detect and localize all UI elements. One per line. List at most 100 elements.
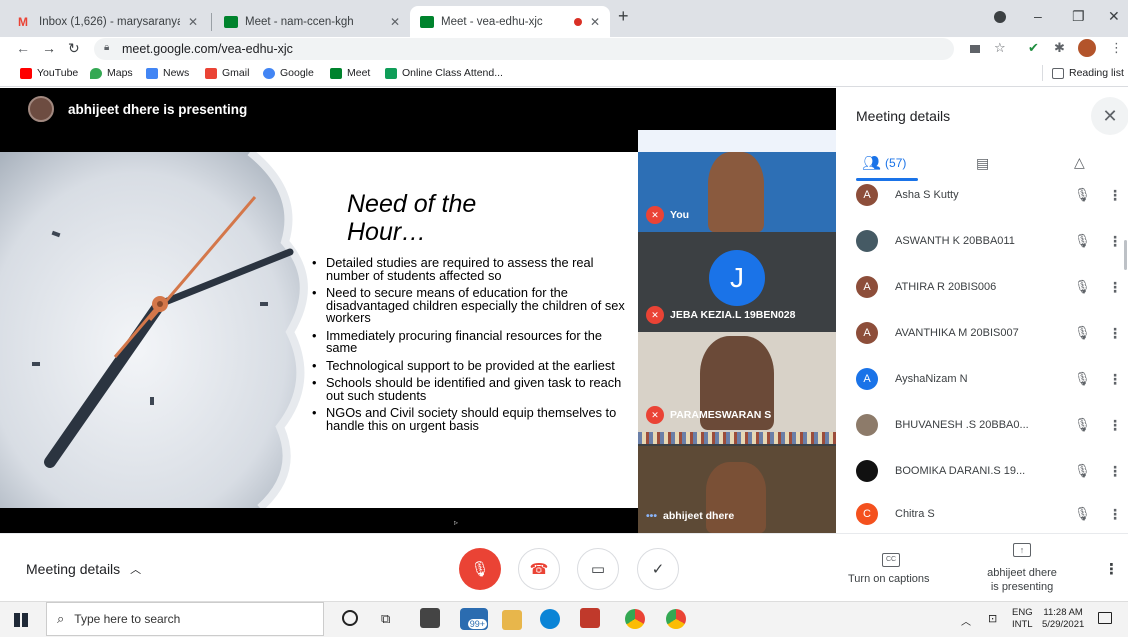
tile-abhijeet[interactable]: ••• abhijeet dhere bbox=[638, 446, 836, 533]
present-screen-icon[interactable]: ↑ bbox=[1013, 543, 1031, 557]
chrome-icon[interactable] bbox=[625, 609, 645, 629]
account-avatar[interactable] bbox=[1078, 39, 1096, 57]
participant-row[interactable]: A AyshaNizam N 🎙︎ ⋮ bbox=[856, 356, 1122, 402]
bookmark-google[interactable]: Google bbox=[263, 67, 314, 79]
meet-more-icon[interactable]: ⋮ bbox=[1104, 560, 1119, 578]
bookmark-meet[interactable]: Meet bbox=[330, 67, 370, 79]
tray-chevron-up-icon[interactable]: ︿ bbox=[961, 613, 971, 628]
tab-people[interactable]: 👥︎ (57) bbox=[862, 154, 906, 172]
minimize-button[interactable]: – bbox=[1034, 8, 1042, 24]
more-options-icon[interactable]: ⋮ bbox=[1108, 279, 1122, 296]
browser-menu-icon[interactable]: ⋮ bbox=[1110, 40, 1123, 56]
meet-icon bbox=[224, 15, 238, 28]
tile-parameswaran[interactable]: ✕ PARAMESWARAN S bbox=[638, 332, 836, 444]
tab-meet-active[interactable]: Meet - vea-edhu-xjc ✕ bbox=[410, 6, 610, 37]
participant-row[interactable]: BOOMIKA DARANI.S 19... 🎙︎ ⋮ bbox=[856, 448, 1122, 494]
action-center-icon[interactable] bbox=[1098, 612, 1112, 624]
close-tab-icon[interactable]: ✕ bbox=[390, 15, 400, 29]
slide-bullets: • Detailed studies are required to assess… bbox=[312, 255, 628, 437]
participant-row[interactable]: A AVANTHIKA M 20BIS007 🎙︎ ⋮ bbox=[856, 310, 1122, 356]
presentation-slide: Need of the Hour… • Detailed studies are … bbox=[0, 152, 638, 508]
camera-toggle-button[interactable]: ▭ bbox=[577, 548, 619, 590]
muted-mic-icon: 🎙︎ bbox=[1074, 417, 1091, 432]
more-actions-button[interactable]: ✓ bbox=[637, 548, 679, 590]
back-icon[interactable]: ← bbox=[16, 40, 30, 56]
muted-mic-icon: ✕ bbox=[646, 206, 664, 224]
activities-icon[interactable]: △ bbox=[1074, 154, 1085, 171]
slide-letterbox-bottom bbox=[0, 508, 638, 533]
bookmark-youtube[interactable]: YouTube bbox=[20, 67, 78, 79]
captions-button[interactable]: Turn on captions bbox=[848, 573, 930, 585]
more-options-icon[interactable]: ⋮ bbox=[1108, 417, 1122, 434]
more-options-icon[interactable]: ⋮ bbox=[1108, 371, 1122, 388]
tab-gmail[interactable]: M Inbox (1,626) - marysaranyaj@sk ✕ bbox=[8, 6, 208, 37]
bookmark-online-class[interactable]: Online Class Attend... bbox=[385, 67, 503, 79]
check-icon: ✓ bbox=[651, 561, 665, 578]
camera-in-use-icon[interactable] bbox=[970, 45, 980, 53]
task-view-icon[interactable]: ⧉ bbox=[381, 611, 390, 627]
tile-jeba[interactable]: J ✕ JEBA KEZIA.L 19BEN028 bbox=[638, 234, 836, 330]
extension-check-icon[interactable]: ✔ bbox=[1028, 40, 1039, 56]
store-icon[interactable] bbox=[420, 608, 440, 628]
more-options-icon[interactable]: ⋮ bbox=[1108, 187, 1122, 204]
bookmark-gmail[interactable]: Gmail bbox=[205, 67, 249, 79]
extensions-puzzle-icon[interactable]: ✱ bbox=[1054, 40, 1065, 56]
reload-icon[interactable]: ↻ bbox=[68, 40, 80, 57]
news-icon bbox=[146, 67, 158, 79]
video-camera-icon: ▭ bbox=[590, 561, 606, 578]
forward-icon[interactable]: → bbox=[42, 40, 56, 56]
slide-letterbox-top bbox=[0, 130, 638, 152]
bookmark-news[interactable]: News bbox=[146, 67, 189, 79]
google-icon bbox=[263, 67, 275, 79]
close-tab-icon[interactable]: ✕ bbox=[590, 15, 600, 29]
clock[interactable]: 11:28 AM 5/29/2021 bbox=[1042, 607, 1084, 631]
bookmark-maps[interactable]: Maps bbox=[90, 67, 133, 79]
participant-row[interactable]: BHUVANESH .S 20BBA0... 🎙︎ ⋮ bbox=[856, 402, 1122, 448]
meet-control-bar bbox=[0, 533, 1128, 601]
bookmark-star-icon[interactable]: ☆ bbox=[994, 40, 1006, 56]
sheets-icon bbox=[385, 67, 397, 79]
network-icon[interactable]: ⊡ bbox=[988, 612, 997, 625]
panel-scrollbar[interactable] bbox=[1124, 240, 1127, 270]
calendar-app-icon[interactable] bbox=[580, 608, 600, 628]
leave-call-button[interactable]: ☎︎ bbox=[518, 548, 560, 590]
speaking-indicator-icon: ••• bbox=[646, 510, 658, 522]
maximize-button[interactable]: ❐ bbox=[1072, 8, 1085, 25]
youtube-icon bbox=[20, 67, 32, 79]
tab-separator bbox=[211, 13, 212, 31]
more-options-icon[interactable]: ⋮ bbox=[1108, 325, 1122, 342]
new-tab-button[interactable]: + bbox=[618, 6, 629, 27]
slide-bullet: • Detailed studies are required to assess… bbox=[312, 255, 594, 283]
tile-self[interactable]: ✕ You bbox=[638, 130, 836, 232]
mouse-cursor-icon: ▹ bbox=[454, 518, 459, 527]
close-panel-button[interactable]: ✕ bbox=[1091, 97, 1128, 135]
more-options-icon[interactable]: ⋮ bbox=[1108, 463, 1122, 480]
chat-icon[interactable]: ▤ bbox=[976, 155, 989, 172]
participant-avatar: J bbox=[709, 250, 765, 306]
close-tab-icon[interactable]: ✕ bbox=[188, 15, 198, 29]
cortana-icon[interactable] bbox=[342, 610, 358, 626]
profile-icon[interactable] bbox=[994, 11, 1006, 23]
windows-start-icon[interactable] bbox=[14, 613, 28, 627]
url-input[interactable]: 🔒︎ meet.google.com/vea-edhu-xjc bbox=[94, 38, 954, 60]
meeting-details-button[interactable]: Meeting details ︿ bbox=[26, 561, 141, 577]
participant-row[interactable]: C Chitra S 🎙︎ ⋮ bbox=[856, 494, 1122, 534]
language-indicator[interactable]: ENG INTL bbox=[1012, 607, 1033, 631]
participant-row[interactable]: A ATHIRA R 20BIS006 🎙︎ ⋮ bbox=[856, 264, 1122, 310]
more-options-icon[interactable]: ⋮ bbox=[1108, 233, 1122, 250]
participant-row[interactable]: A Asha S Kutty 🎙︎ ⋮ bbox=[856, 172, 1122, 218]
participant-row[interactable]: ASWANTH K 20BBA011 🎙︎ ⋮ bbox=[856, 218, 1122, 264]
mail-icon[interactable]: 99+ bbox=[460, 608, 488, 630]
presenting-status[interactable]: abhijeet dhere is presenting bbox=[972, 566, 1072, 594]
file-explorer-icon[interactable] bbox=[502, 610, 522, 630]
tab-meet-1[interactable]: Meet - nam-ccen-kgh ✕ bbox=[214, 6, 410, 37]
edge-icon[interactable] bbox=[540, 609, 560, 629]
taskbar-search-box[interactable]: ⌕ Type here to search bbox=[46, 602, 324, 636]
more-options-icon[interactable]: ⋮ bbox=[1108, 506, 1122, 523]
muted-mic-icon: 🎙︎ bbox=[1074, 463, 1091, 478]
chrome-profile-icon[interactable] bbox=[666, 609, 686, 629]
reading-list-button[interactable]: Reading list bbox=[1052, 67, 1124, 79]
captions-icon[interactable]: CC bbox=[882, 553, 900, 567]
mic-toggle-button[interactable]: 🎙︎ bbox=[459, 548, 501, 590]
close-window-button[interactable]: ✕ bbox=[1108, 8, 1120, 25]
